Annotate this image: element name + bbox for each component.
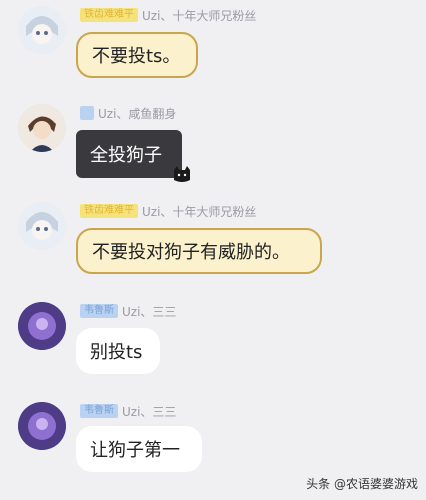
avatar[interactable] bbox=[18, 302, 66, 350]
message-bubble[interactable]: 让狗子第一 bbox=[76, 426, 202, 472]
message-text: 不要投对狗子有威胁的。 bbox=[92, 242, 290, 263]
member-badge: 韦鲁斯 bbox=[80, 304, 118, 318]
member-badge: 铁齿难难平 bbox=[80, 204, 138, 218]
avatar[interactable] bbox=[18, 6, 66, 54]
avatar[interactable] bbox=[18, 202, 66, 250]
message-bubble[interactable]: 不要投ts。 bbox=[76, 32, 198, 78]
sender-meta: 铁齿难难平 Uzi、十年大师兄粉丝 bbox=[80, 6, 256, 24]
avatar[interactable] bbox=[18, 402, 66, 450]
message-text: 让狗子第一 bbox=[90, 440, 180, 461]
sender-meta: Uzi、咸鱼翻身 bbox=[80, 104, 176, 122]
message-bubble[interactable]: 全投狗子 bbox=[76, 130, 182, 178]
sender-names: Uzi、三三 bbox=[122, 304, 177, 319]
message-bubble[interactable]: 别投ts bbox=[76, 328, 160, 374]
member-badge: 铁齿难难平 bbox=[80, 8, 138, 22]
sender-names: Uzi、咸鱼翻身 bbox=[98, 106, 177, 121]
sender-names: Uzi、十年大师兄粉丝 bbox=[142, 8, 257, 23]
chat-message: 韦鲁斯 Uzi、三三 别投ts bbox=[0, 296, 426, 392]
message-text: 别投ts bbox=[90, 342, 143, 363]
sender-meta: 韦鲁斯 Uzi、三三 bbox=[80, 402, 176, 420]
chat-message: 铁齿难难平 Uzi、十年大师兄粉丝 不要投ts。 bbox=[0, 0, 426, 96]
sender-meta: 韦鲁斯 Uzi、三三 bbox=[80, 302, 176, 320]
message-text: 不要投ts。 bbox=[92, 46, 181, 67]
message-text: 全投狗子 bbox=[90, 145, 162, 166]
sender-meta: 铁齿难难平 Uzi、十年大师兄粉丝 bbox=[80, 202, 256, 220]
cat-sticker-icon bbox=[174, 166, 190, 182]
chat-message: 铁齿难难平 Uzi、十年大师兄粉丝 不要投对狗子有威胁的。 bbox=[0, 196, 426, 292]
sender-names: Uzi、十年大师兄粉丝 bbox=[142, 204, 257, 219]
message-bubble[interactable]: 不要投对狗子有威胁的。 bbox=[76, 228, 322, 274]
watermark: 头条 @农语婆婆游戏 bbox=[306, 477, 418, 491]
avatar[interactable] bbox=[18, 104, 66, 152]
chat-message: Uzi、咸鱼翻身 全投狗子 bbox=[0, 96, 426, 192]
member-badge: 韦鲁斯 bbox=[80, 404, 118, 418]
sender-names: Uzi、三三 bbox=[122, 404, 177, 419]
member-badge bbox=[80, 106, 94, 120]
